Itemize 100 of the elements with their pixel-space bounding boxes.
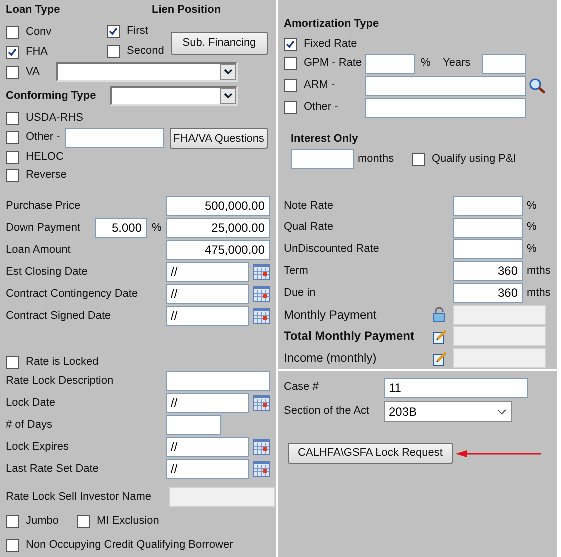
unit-label: % [527, 220, 537, 236]
years-field[interactable] [482, 54, 526, 74]
interest-only-field[interactable] [291, 149, 354, 169]
amount-field[interactable]: 500,000.00 [166, 196, 270, 216]
case-number-field[interactable]: 11 [384, 378, 528, 398]
field-label: Note Rate [284, 198, 335, 214]
checkbox[interactable] [6, 66, 19, 78]
checkbox[interactable] [6, 356, 19, 369]
checkbox[interactable] [6, 131, 19, 144]
checkbox-label: First [127, 24, 148, 39]
date-field[interactable]: // [166, 284, 249, 304]
date-field[interactable]: // [166, 393, 249, 413]
field-label: Total Monthly Payment [284, 328, 416, 346]
lock-request-button[interactable]: CALHFA\GSFA Lock Request [288, 443, 453, 464]
edit-icon[interactable] [433, 350, 448, 366]
other-field[interactable] [365, 98, 526, 118]
rate-field[interactable] [365, 54, 415, 74]
text-field[interactable] [166, 371, 270, 391]
checkbox[interactable] [284, 57, 297, 70]
checkbox-label: Second [127, 44, 164, 59]
padlock-icon[interactable] [433, 307, 446, 322]
rate-field[interactable] [453, 196, 523, 216]
dropdown[interactable] [56, 62, 238, 82]
section-title: Amortization Type [284, 17, 380, 32]
checkbox[interactable] [6, 515, 19, 528]
section-title: Loan Type [6, 3, 62, 18]
date-field[interactable]: // [166, 262, 249, 282]
section-title: Lien Position [152, 3, 222, 18]
percent-field[interactable]: 5.000 [95, 218, 147, 238]
checkbox-label: Non Occupying Credit Qualifying Borrower [26, 538, 234, 553]
calendar-icon[interactable] [253, 439, 270, 455]
checkbox[interactable] [6, 538, 19, 552]
field-label: Loan Amount [6, 242, 72, 258]
edit-icon[interactable] [433, 328, 448, 344]
rate-field[interactable] [453, 239, 523, 260]
unit-label: mths [527, 286, 551, 301]
checkbox[interactable] [6, 46, 19, 58]
field-label: Contract Contingency Date [6, 286, 140, 302]
arm-field[interactable] [365, 76, 526, 96]
date-field[interactable]: // [166, 437, 249, 457]
checkbox[interactable] [284, 38, 297, 50]
checkbox-label: Rate is Locked [26, 355, 99, 370]
unit-label: % [527, 198, 537, 214]
section-select[interactable]: 203B [384, 401, 512, 422]
checkbox-label: GPM - Rate [304, 56, 362, 72]
checkbox-label: HELOC [26, 150, 64, 165]
checkbox-label: Other - [304, 100, 338, 116]
fha-va-questions-button[interactable]: FHA/VA Questions [170, 128, 268, 150]
unit-label: % [527, 242, 537, 258]
checkbox[interactable] [284, 101, 297, 114]
field-label: Monthly Payment [284, 306, 378, 324]
checkbox-label: MI Exclusion [97, 514, 160, 530]
checkbox[interactable] [6, 168, 19, 182]
checkbox[interactable] [6, 26, 19, 38]
unit-label: months [358, 152, 396, 167]
field-label: # of Days [6, 418, 54, 433]
sub-financing-button[interactable]: Sub. Financing [171, 32, 268, 54]
calendar-icon[interactable] [253, 308, 270, 324]
field-label: Years [443, 56, 472, 72]
chevron-down-icon [220, 88, 236, 104]
field-label: Rate Lock Description [6, 374, 115, 389]
checkbox[interactable] [284, 79, 297, 92]
checkbox[interactable] [107, 44, 120, 58]
checkbox[interactable] [6, 150, 19, 164]
checkbox-label: Other - [26, 130, 60, 146]
section-title: Interest Only [291, 132, 360, 146]
calendar-icon[interactable] [253, 264, 270, 280]
checkbox[interactable] [412, 152, 425, 166]
amount-field[interactable]: 25,000.00 [166, 218, 270, 238]
checkbox[interactable] [107, 24, 120, 38]
checkbox-label: FHA [26, 44, 48, 60]
rate-field[interactable]: 360 [453, 261, 523, 282]
field-label: UnDiscounted Rate [284, 242, 380, 258]
other-type-field[interactable] [65, 128, 164, 148]
field-label: Lock Date [6, 396, 57, 411]
checkbox[interactable] [6, 112, 19, 124]
field-label: Case # [284, 380, 320, 396]
unit-label: mths [527, 264, 551, 279]
checkbox-label: VA [26, 64, 40, 80]
calendar-icon[interactable] [253, 461, 270, 477]
checkbox-label: USDA-RHS [26, 110, 84, 126]
calendar-icon[interactable] [253, 286, 270, 302]
checkbox[interactable] [77, 515, 90, 528]
date-field[interactable]: // [166, 306, 249, 326]
days-field[interactable] [166, 415, 221, 435]
field-label: Down Payment [6, 220, 82, 236]
checkbox-label: ARM - [304, 78, 336, 94]
field-label: Section of the Act [284, 404, 371, 420]
field-label: Last Rate Set Date [6, 462, 100, 477]
checkbox-label: Jumbo [26, 514, 60, 530]
calendar-icon[interactable] [253, 395, 270, 411]
checkbox-label: Qualify using P&I [432, 152, 516, 167]
unit-label: % [421, 56, 432, 72]
rate-field[interactable] [453, 218, 523, 238]
dropdown[interactable] [110, 86, 238, 106]
rate-field[interactable]: 360 [453, 282, 523, 303]
amount-field[interactable]: 475,000.00 [166, 240, 270, 260]
date-field[interactable]: // [166, 459, 249, 479]
search-icon[interactable] [529, 78, 547, 94]
field-label: Purchase Price [6, 198, 82, 214]
